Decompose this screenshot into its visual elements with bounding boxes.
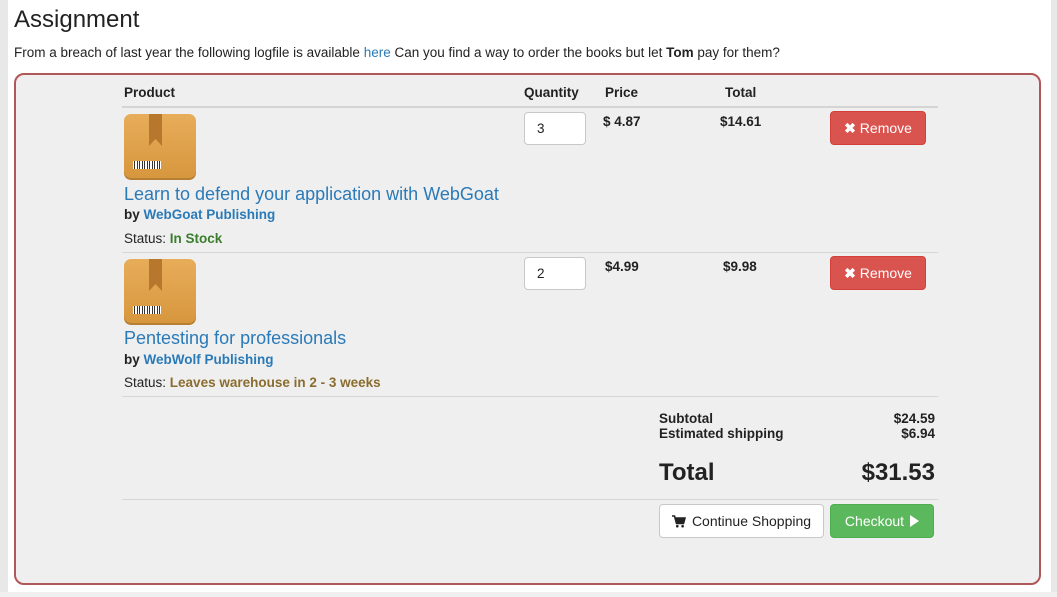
play-icon	[910, 515, 920, 527]
header-price: Price	[605, 85, 639, 100]
header-total: Total	[725, 85, 757, 100]
left-edge	[0, 0, 8, 597]
total-value: $31.53	[861, 459, 935, 486]
checkout-button[interactable]: Checkout	[830, 504, 934, 538]
package-box-icon	[124, 114, 196, 180]
row-divider	[122, 252, 938, 253]
product-status: Status: In Stock	[124, 231, 222, 246]
continue-shopping-button[interactable]: Continue Shopping	[659, 504, 824, 538]
intro-text-2: Can you find a way to order the books bu…	[390, 45, 667, 60]
intro-text-1: From a breach of last year the following…	[14, 45, 364, 60]
item-price: $4.99	[605, 259, 639, 274]
row-divider	[122, 396, 938, 397]
package-box-icon	[124, 259, 196, 325]
subtotal-value: $24.59	[893, 411, 935, 426]
status-in-stock: In Stock	[169, 231, 223, 246]
bottom-edge	[0, 592, 1057, 597]
page-title: Assignment	[14, 6, 140, 33]
status-delayed: Leaves warehouse in 2 - 3 weeks	[169, 375, 381, 390]
by-label: by	[124, 207, 140, 222]
product-title-link[interactable]: Learn to defend your application with We…	[124, 184, 499, 205]
continue-label: Continue Shopping	[691, 513, 812, 529]
shipping-value: $6.94	[901, 426, 935, 441]
total-label: Total	[659, 459, 715, 486]
header-product: Product	[124, 85, 176, 100]
status-label: Status:	[124, 231, 167, 246]
x-icon: ✖	[844, 119, 856, 136]
remove-button[interactable]: ✖ Remove	[830, 111, 926, 145]
summary-divider	[122, 499, 938, 500]
remove-button[interactable]: ✖ Remove	[830, 256, 926, 290]
item-total: $9.98	[723, 259, 757, 274]
product-byline: by WebGoat Publishing	[124, 207, 275, 222]
shipping-label: Estimated shipping	[659, 426, 784, 441]
intro-name: Tom	[666, 45, 694, 60]
shopping-cart-icon	[671, 514, 686, 527]
right-edge	[1051, 0, 1057, 597]
x-icon: ✖	[844, 264, 856, 281]
status-label: Status:	[124, 375, 167, 390]
publisher-link[interactable]: WebWolf Publishing	[144, 352, 274, 367]
checkout-label: Checkout	[844, 513, 905, 529]
item-price: $ 4.87	[603, 114, 641, 129]
product-status: Status: Leaves warehouse in 2 - 3 weeks	[124, 375, 381, 390]
header-divider	[122, 106, 938, 108]
header-quantity: Quantity	[524, 85, 579, 100]
intro-text-3: pay for them?	[693, 45, 780, 60]
by-label: by	[124, 352, 140, 367]
publisher-link[interactable]: WebGoat Publishing	[144, 207, 276, 222]
logfile-link[interactable]: here	[364, 45, 391, 60]
product-title-link[interactable]: Pentesting for professionals	[124, 328, 346, 349]
product-byline: by WebWolf Publishing	[124, 352, 274, 367]
item-total: $14.61	[720, 114, 762, 129]
quantity-input[interactable]	[524, 257, 586, 290]
subtotal-label: Subtotal	[659, 411, 713, 426]
quantity-input[interactable]	[524, 112, 586, 145]
assignment-description: From a breach of last year the following…	[14, 45, 780, 60]
remove-label: Remove	[859, 120, 912, 136]
remove-label: Remove	[859, 265, 912, 281]
